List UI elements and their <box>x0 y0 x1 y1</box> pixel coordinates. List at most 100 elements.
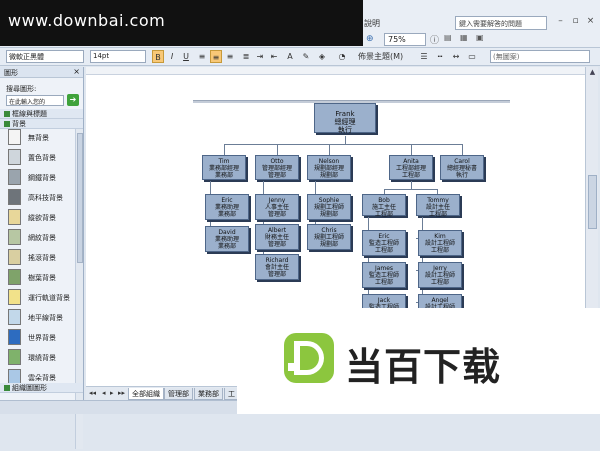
org-node[interactable]: Eric 業務助理 業務部 <box>205 194 249 220</box>
org-node-text: 業務助理 <box>214 236 239 243</box>
search-shapes-input[interactable]: 在此輸入您的 <box>6 95 64 106</box>
top-toolbar: www.downbai.com 說明 鍵入需要解答的問題 – ▫ × ⊕ ⓘ ▤… <box>0 0 600 48</box>
org-node-name: Richard <box>265 257 289 264</box>
shape-item[interactable]: 運行軌道背景 <box>6 289 74 306</box>
org-node[interactable]: Bob 施工主任 工程部 <box>362 194 406 218</box>
shape-item[interactable]: 無背景 <box>6 129 74 146</box>
close-icon[interactable]: × <box>73 67 80 76</box>
shape-item[interactable]: 鋼鐵背景 <box>6 169 74 186</box>
shape-item[interactable]: 縱欲背景 <box>6 209 74 226</box>
org-node-text: 管理部 <box>267 271 286 278</box>
org-node[interactable]: Carol 總經理秘書 執行 <box>440 155 484 180</box>
scroll-up-icon[interactable]: ▲ <box>587 68 598 76</box>
align-right-icon[interactable]: ≡ <box>224 50 236 63</box>
org-node[interactable]: Chris 規劃工程師 規劃部 <box>307 224 351 250</box>
outdent-icon[interactable]: ⇤ <box>268 50 280 63</box>
org-node[interactable]: Nelson 規劃部經理 規劃部 <box>307 155 351 180</box>
background-thumbnail-icon <box>8 289 21 305</box>
paste-icon[interactable]: ▤ <box>444 33 452 42</box>
org-node[interactable]: Kim 設計工程師 工程部 <box>418 230 462 256</box>
zoom-select[interactable]: 75% <box>384 33 426 46</box>
org-node-text: 規劃工程師 <box>313 204 344 211</box>
align-center-icon[interactable]: ≡ <box>210 50 222 63</box>
org-node-name: Jerry <box>433 265 447 272</box>
pattern-select[interactable]: (無圖案) <box>490 50 590 63</box>
first-page-icon[interactable]: ◂◂ <box>89 389 96 397</box>
search-go-icon[interactable]: ➔ <box>67 94 79 106</box>
org-node-text: 工程部 <box>374 211 393 218</box>
connector-line <box>224 144 225 155</box>
shape-item[interactable]: 樹葉背景 <box>6 269 74 286</box>
shape-item[interactable]: 高科技背景 <box>6 189 74 206</box>
shape-item[interactable]: 網紋背景 <box>6 229 74 246</box>
org-node[interactable]: Albert 財務主任 管理部 <box>255 224 299 250</box>
scroll-thumb[interactable] <box>77 133 83 263</box>
corner-icon[interactable]: ▭ <box>466 50 478 63</box>
stencil-borders-titles[interactable]: 框線與標題 <box>0 109 83 119</box>
font-select[interactable]: 微軟正黑體 <box>6 50 84 63</box>
shape-item[interactable]: 地平線背景 <box>6 309 74 326</box>
org-node[interactable]: Frank 總經理 執行 <box>314 103 376 134</box>
shape-item[interactable]: 置色背景 <box>6 149 74 166</box>
bold-button[interactable]: B <box>152 50 164 63</box>
org-node[interactable]: Anita 工程部經理 工程部 <box>389 155 433 180</box>
line-ends-icon[interactable]: ↔ <box>450 50 462 63</box>
help-search-input[interactable]: 鍵入需要解答的問題 <box>455 16 547 30</box>
stencil-backgrounds[interactable]: 背景 <box>0 119 83 129</box>
org-node[interactable]: Tim 業務部經理 業務部 <box>202 155 246 180</box>
shape-item[interactable]: 搖滾背景 <box>6 249 74 266</box>
zoom-icon[interactable]: ⊕ <box>366 34 374 44</box>
tab-sales[interactable]: 業務部 <box>194 388 223 400</box>
org-node[interactable]: David 業務助理 業務部 <box>205 226 249 252</box>
org-node-text: 執行 <box>338 126 352 134</box>
org-node-text: 監造工程師 <box>368 272 399 279</box>
font-size-select[interactable]: 14pt <box>90 50 146 63</box>
org-node-text: 財務主任 <box>264 234 289 241</box>
shapes-panel: 圖形 × 搜尋圖形: 在此輸入您的 ➔ 框線與標題 背景 無背景 置色背景 鋼鐵背景… <box>0 67 84 449</box>
minimize-icon[interactable]: – <box>555 16 566 27</box>
shape-item[interactable]: 環繞背景 <box>6 349 74 366</box>
italic-button[interactable]: I <box>166 50 178 63</box>
background-thumbnail-icon <box>8 349 21 365</box>
next-page-icon[interactable]: ▸ <box>110 389 114 397</box>
org-node-text: 工程部 <box>430 279 449 286</box>
org-node[interactable]: James 監造工程師 工程部 <box>362 262 406 288</box>
scroll-thumb[interactable] <box>588 175 597 229</box>
font-color-icon[interactable]: A <box>284 50 296 63</box>
line-color-icon[interactable]: ✎ <box>300 50 312 63</box>
org-node[interactable]: Sophie 規劃工程師 規劃部 <box>307 194 351 220</box>
line-weight-icon[interactable]: ☰ <box>418 50 430 63</box>
prev-page-icon[interactable]: ◂ <box>102 389 106 397</box>
theme-button[interactable]: 佈景主題(M) <box>358 51 403 62</box>
shape-item-label: 雲朵背景 <box>28 374 56 382</box>
underline-button[interactable]: U <box>180 50 192 63</box>
line-pattern-icon[interactable]: ┅ <box>434 50 446 63</box>
close-icon[interactable]: × <box>585 16 596 27</box>
background-thumbnail-icon <box>8 269 21 285</box>
restore-icon[interactable]: ▫ <box>570 16 581 27</box>
help-icon[interactable]: ⓘ <box>430 33 439 46</box>
indent-icon[interactable]: ⇥ <box>254 50 266 63</box>
last-page-icon[interactable]: ▸▸ <box>118 389 125 397</box>
tab-management[interactable]: 管理部 <box>164 388 193 400</box>
org-node[interactable]: Eric 監造工程師 工程部 <box>362 230 406 256</box>
layers-icon[interactable]: ▦ <box>460 33 468 42</box>
org-node-text: 設計工程師 <box>424 240 455 247</box>
org-node[interactable]: Richard 會計主任 管理部 <box>255 254 299 280</box>
justify-icon[interactable]: ≣ <box>240 50 252 63</box>
org-node[interactable]: Jerry 設計工程師 工程部 <box>418 262 462 288</box>
background-thumbnail-icon <box>8 149 21 165</box>
org-node[interactable]: Otto 管理部經理 管理部 <box>255 155 299 180</box>
menu-help[interactable]: 說明 <box>364 18 380 29</box>
org-node-name: Nelson <box>318 158 340 165</box>
panel-icon[interactable]: ▣ <box>476 33 484 42</box>
fill-color-icon[interactable]: ◈ <box>316 50 328 63</box>
shape-item[interactable]: 世界背景 <box>6 329 74 346</box>
stencil-org-chart-shapes[interactable]: 組織圖圖形 <box>0 383 83 393</box>
tab-all-org[interactable]: 全部組織 <box>128 388 164 400</box>
org-node[interactable]: Jenny 人事主任 管理部 <box>255 194 299 220</box>
shadow-icon[interactable]: ◔ <box>336 50 348 63</box>
org-node[interactable]: Tommy 設計主任 工程部 <box>416 194 460 218</box>
align-left-icon[interactable]: ≡ <box>196 50 208 63</box>
org-node-name: Jenny <box>268 197 286 204</box>
